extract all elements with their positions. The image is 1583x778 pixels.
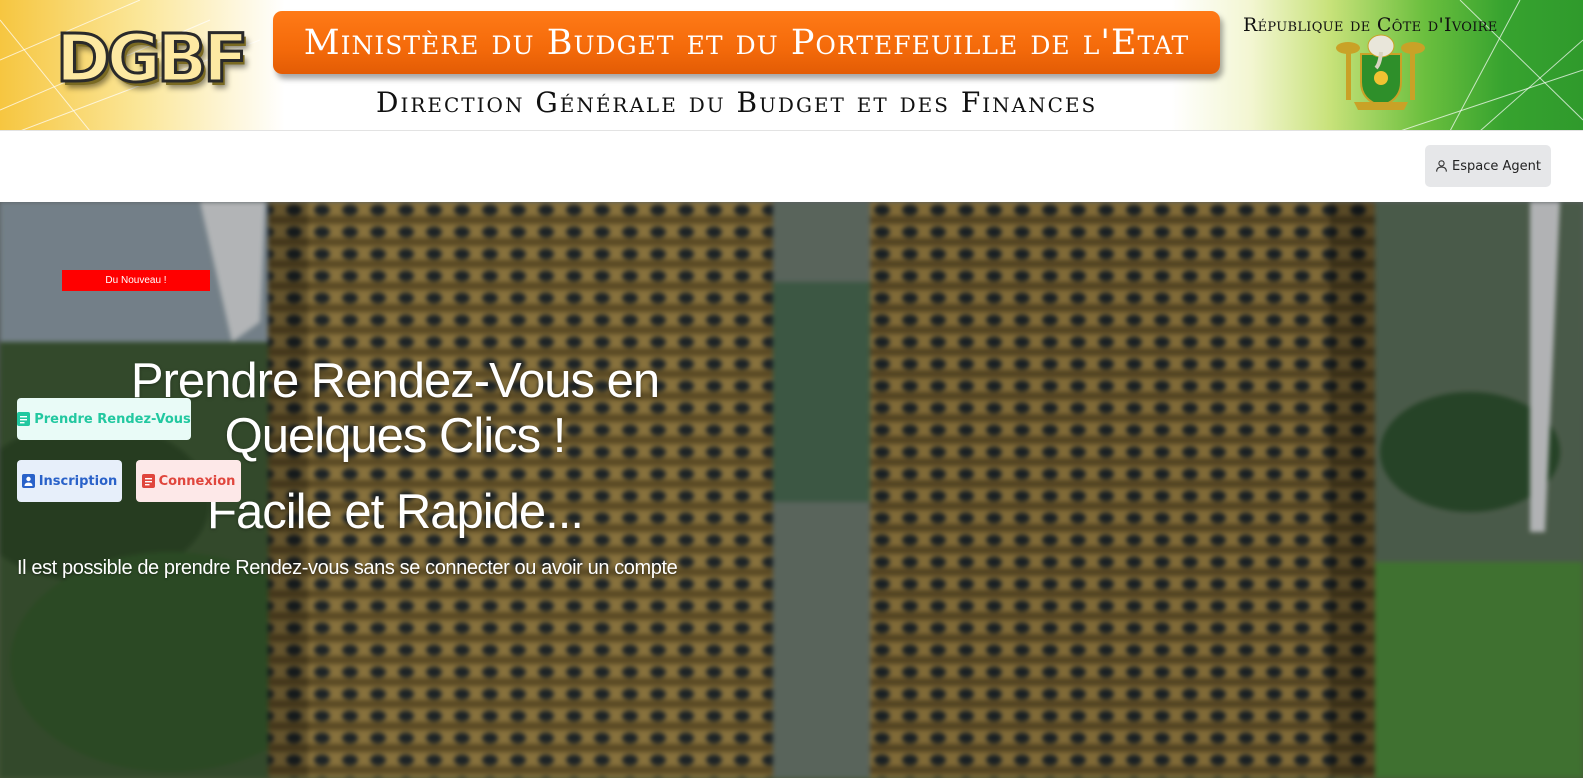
new-badge: Du Nouveau ! [62,270,210,291]
hero-info-text: Il est possible de prendre Rendez-vous s… [17,557,678,579]
user-card-icon [21,474,35,488]
header-banner: DGBF Ministère du Budget et du Portefeui… [0,0,1583,131]
login-button[interactable]: Connexion [136,460,241,502]
user-icon [1436,160,1447,172]
agent-space-button[interactable]: Espace Agent [1425,145,1551,187]
coat-of-arms-icon [1336,34,1425,110]
ministry-title: Ministère du Budget et du Portefeuille d… [303,22,1190,63]
calendar-icon [17,412,31,426]
ministry-banner: Ministère du Budget et du Portefeuille d… [273,11,1220,74]
take-appointment-label: Prendre Rendez-Vous [34,411,191,427]
top-nav [0,131,1583,202]
dgbf-logo[interactable]: DGBF [55,20,256,97]
direction-title: Direction Générale du Budget et des Fina… [376,86,1098,119]
register-label: Inscription [38,473,118,489]
take-appointment-button[interactable]: Prendre Rendez-Vous [17,398,191,440]
login-label: Connexion [158,473,236,489]
agent-space-label: Espace Agent [1452,158,1541,174]
login-card-icon [141,474,155,488]
register-button[interactable]: Inscription [17,460,122,502]
